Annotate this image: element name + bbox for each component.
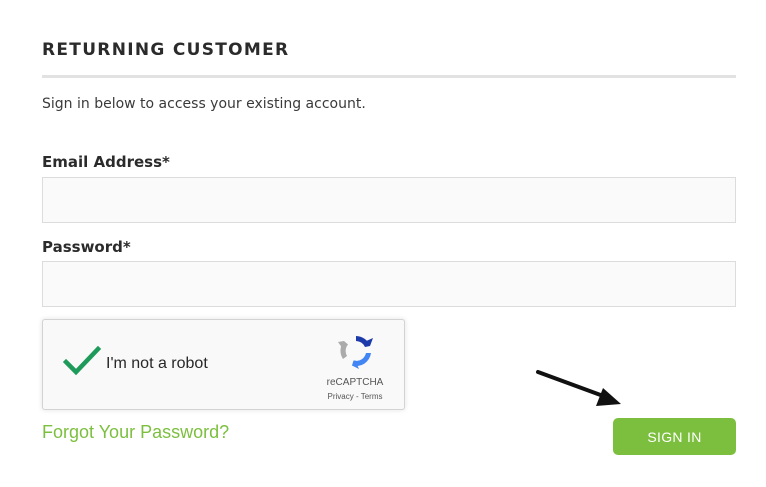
email-label: Email Address* [42,153,170,171]
recaptcha-label: I'm not a robot [106,355,208,372]
recaptcha-links: Privacy - Terms [305,392,405,401]
arrow-annotation-icon [536,370,621,406]
checkmark-icon [62,345,102,376]
section-title: RETURNING CUSTOMER [42,40,290,60]
recaptcha-terms-link[interactable]: Terms [361,392,383,401]
recaptcha-logo-icon [337,332,375,370]
password-label: Password* [42,238,131,256]
recaptcha-widget: I'm not a robot reCAPTCHA Privacy - Term… [42,319,405,410]
recaptcha-privacy-link[interactable]: Privacy [328,392,354,401]
sign-in-button[interactable]: SIGN IN [613,418,736,455]
email-field[interactable] [42,177,736,223]
recaptcha-checkbox[interactable] [62,345,102,376]
password-field[interactable] [42,261,736,307]
recaptcha-brand: reCAPTCHA [326,377,384,388]
section-divider [42,75,736,78]
forgot-password-link[interactable]: Forgot Your Password? [42,422,229,443]
section-intro: Sign in below to access your existing ac… [42,96,366,112]
recaptcha-link-separator: - [353,392,361,401]
